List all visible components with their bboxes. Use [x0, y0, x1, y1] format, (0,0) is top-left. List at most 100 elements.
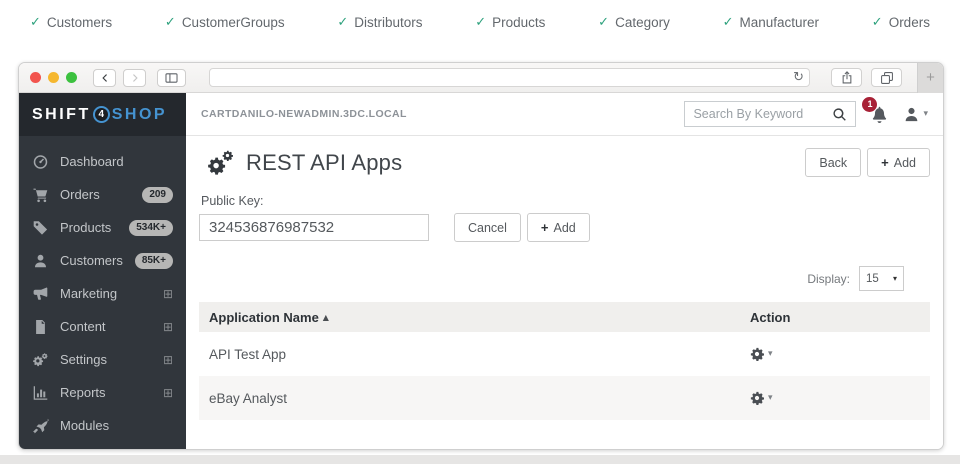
rocket-icon — [32, 418, 49, 434]
browser-toolbar: ↻ + — [19, 63, 943, 93]
api-apps-table: Application Name ▲ Action API Test App ▾ — [199, 302, 930, 420]
chevron-down-icon: ▾ — [893, 274, 897, 283]
expand-plus-icon[interactable]: ⊞ — [163, 386, 173, 400]
check-icon: ✓ — [723, 15, 734, 30]
sidebar-item-products[interactable]: Products 534K+ — [19, 211, 186, 244]
minimize-window-button[interactable] — [48, 72, 59, 83]
search-input[interactable] — [693, 107, 826, 121]
address-bar[interactable]: ↻ — [209, 68, 810, 87]
forward-nav-button[interactable] — [123, 69, 146, 87]
close-window-button[interactable] — [30, 72, 41, 83]
sidebar-item-orders[interactable]: Orders 209 — [19, 178, 186, 211]
store-domain: CARTDANILO-NEWADMIN.3DC.LOCAL — [201, 108, 407, 120]
dashboard-icon — [32, 154, 49, 170]
keyword-search-box[interactable] — [684, 101, 856, 127]
sidebar-item-modules[interactable]: Modules — [19, 409, 186, 442]
share-icon — [840, 70, 854, 85]
column-label: Action — [750, 310, 790, 325]
shift4shop-logo[interactable]: SHIFT 4 SHOP — [19, 93, 186, 136]
sidebar-panes-icon — [164, 71, 179, 85]
status-item-label: Distributors — [354, 15, 422, 30]
back-nav-button[interactable] — [93, 69, 116, 87]
user-menu-button[interactable]: ▾ — [903, 106, 928, 123]
products-count-badge: 534K+ — [129, 220, 173, 236]
display-count-row: Display: 15 ▾ — [199, 266, 930, 291]
status-item-customergroups: ✓CustomerGroups — [165, 15, 285, 30]
sidebar-item-settings[interactable]: Settings ⊞ — [19, 343, 186, 376]
back-button-label: Back — [819, 156, 847, 170]
notifications-button[interactable]: 1 — [870, 105, 889, 124]
row-action-menu[interactable]: ▾ — [750, 391, 930, 405]
sidebar-item-label: Content — [60, 319, 106, 334]
tabs-icon — [880, 71, 894, 85]
back-button[interactable]: Back — [805, 148, 861, 177]
status-item-products: ✓ Products — [475, 15, 545, 30]
gears-icon — [32, 352, 49, 368]
display-count-value: 15 — [866, 273, 879, 285]
show-tabs-button[interactable] — [871, 68, 902, 87]
notification-count-badge: 1 — [862, 97, 877, 112]
sidebar-item-label: Settings — [60, 352, 107, 367]
status-item-label: Category — [615, 15, 670, 30]
sidebar-toggle-button[interactable] — [157, 69, 186, 87]
column-action: Action — [750, 310, 930, 325]
cancel-button[interactable]: Cancel — [454, 213, 521, 242]
file-icon — [32, 319, 49, 335]
add-button[interactable]: +Add — [867, 148, 930, 177]
sidebar-item-label: Marketing — [60, 286, 117, 301]
form-add-button-label: Add — [554, 221, 576, 235]
gear-icon — [750, 347, 764, 361]
sidebar-item-label: Modules — [60, 418, 109, 433]
page-content: REST API Apps Back +Add Public Key: Canc… — [186, 136, 943, 449]
cancel-button-label: Cancel — [468, 221, 507, 235]
expand-plus-icon[interactable]: ⊞ — [163, 320, 173, 334]
share-button[interactable] — [831, 68, 862, 87]
sort-asc-icon: ▲ — [323, 313, 329, 322]
logo-shift: SHIFT — [32, 106, 91, 124]
expand-plus-icon[interactable]: ⊞ — [163, 287, 173, 301]
row-action-menu[interactable]: ▾ — [750, 347, 930, 361]
check-icon: ✓ — [165, 15, 176, 30]
column-application-name[interactable]: Application Name ▲ — [199, 310, 750, 325]
sidebar-item-customers[interactable]: Customers 85K+ — [19, 244, 186, 277]
public-key-input[interactable] — [199, 214, 429, 241]
check-icon: ✓ — [337, 15, 348, 30]
status-item-distributors: ✓ Distributors — [337, 15, 422, 30]
display-label: Display: — [807, 272, 850, 286]
check-icon: ✓ — [475, 15, 486, 30]
sidebar-item-marketing[interactable]: Marketing ⊞ — [19, 277, 186, 310]
logo-4-badge: 4 — [93, 106, 110, 123]
bottom-divider — [0, 455, 960, 464]
sidebar-item-label: Orders — [60, 187, 100, 202]
new-tab-button[interactable]: + — [917, 63, 943, 93]
admin-header: CARTDANILO-NEWADMIN.3DC.LOCAL 1 ▾ — [186, 93, 943, 136]
zoom-window-button[interactable] — [66, 72, 77, 83]
table-row: API Test App ▾ — [199, 332, 930, 376]
display-count-select[interactable]: 15 ▾ — [859, 266, 904, 291]
expand-plus-icon[interactable]: ⊞ — [163, 353, 173, 367]
customers-count-badge: 85K+ — [135, 253, 173, 269]
plus-icon: + — [926, 69, 935, 86]
address-input[interactable] — [210, 69, 809, 86]
sidebar-item-content[interactable]: Content ⊞ — [19, 310, 186, 343]
status-item-manufacturer: ✓ Manufacturer — [723, 15, 819, 30]
orders-count-badge: 209 — [142, 187, 173, 203]
plus-icon: + — [541, 220, 549, 235]
sidebar: SHIFT 4 SHOP Dashboard Orders 209 Produ — [19, 93, 186, 449]
sidebar-item-label: Reports — [60, 385, 106, 400]
admin-header-actions: 1 ▾ — [684, 101, 928, 127]
reload-icon[interactable]: ↻ — [793, 70, 804, 85]
tags-icon — [32, 220, 49, 236]
status-item-label: Products — [492, 15, 545, 30]
status-item-label: Customers — [47, 15, 112, 30]
page-title: REST API Apps — [246, 150, 402, 176]
search-icon[interactable] — [832, 107, 847, 122]
sidebar-item-dashboard[interactable]: Dashboard — [19, 145, 186, 178]
logo-text: SHIFT 4 SHOP — [32, 106, 167, 124]
app-name-cell: eBay Analyst — [199, 391, 750, 406]
form-add-button[interactable]: + Add — [527, 213, 590, 242]
status-item-label: Manufacturer — [740, 15, 820, 30]
sidebar-item-reports[interactable]: Reports ⊞ — [19, 376, 186, 409]
browser-window: ↻ + SHIFT 4 SHOP Dashboard — [18, 62, 944, 450]
bar-chart-icon — [32, 385, 49, 401]
